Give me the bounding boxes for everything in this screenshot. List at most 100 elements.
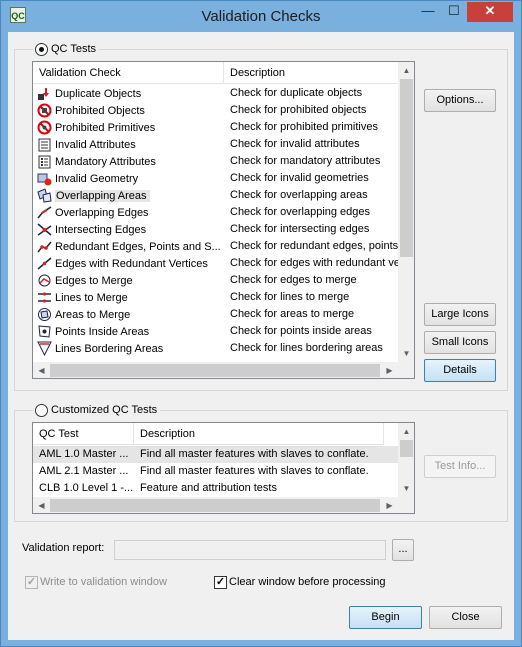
qc-test-row[interactable]: Overlapping Areas Check for overlapping a…	[33, 187, 398, 204]
scroll-down-arrow-icon[interactable]: ▼	[398, 480, 414, 497]
validation-report-field[interactable]	[114, 540, 386, 560]
clear-window-checkbox[interactable]: ✓	[214, 576, 227, 589]
qc-test-row[interactable]: Prohibited Objects Check for prohibited o…	[33, 102, 398, 119]
customized-qc-list[interactable]: QC Test Description AML 1.0 Master ... Fi…	[32, 422, 415, 514]
overlapping-areas-icon	[36, 188, 52, 203]
scrollbar-thumb[interactable]	[400, 440, 413, 457]
qc-test-row[interactable]: Mandatory Attributes Check for mandatory …	[33, 153, 398, 170]
qc-tests-horizontal-scrollbar[interactable]: ◀ ▶	[33, 362, 414, 378]
scroll-left-arrow-icon[interactable]: ◀	[33, 362, 50, 378]
qc-test-row[interactable]: Duplicate Objects Check for duplicate obj…	[33, 85, 398, 102]
qc-test-description: Check for invalid geometries	[230, 172, 369, 184]
close-button[interactable]: Close	[429, 606, 502, 629]
qc-test-name: Edges to Merge	[55, 274, 133, 287]
maximize-button[interactable]: ☐	[441, 2, 467, 22]
edges-to-merge-icon	[36, 273, 52, 288]
qc-test-row[interactable]: Areas to Merge Check for areas to merge	[33, 306, 398, 323]
scroll-up-arrow-icon[interactable]: ▲	[398, 423, 414, 440]
qc-test-description: Check for lines to merge	[230, 291, 350, 303]
scroll-down-arrow-icon[interactable]: ▼	[398, 345, 414, 362]
qc-test-name-cell: Mandatory Attributes	[33, 153, 224, 170]
test-info-button[interactable]: Test Info...	[424, 455, 496, 478]
scroll-right-arrow-icon[interactable]: ▶	[381, 362, 398, 378]
qc-test-name: Invalid Geometry	[55, 172, 139, 185]
qc-test-description: Check for invalid attributes	[230, 138, 360, 150]
write-to-validation-window-checkbox[interactable]: ✓	[25, 576, 38, 589]
qc-test-name: Areas to Merge	[55, 308, 131, 321]
qc-test-description: Check for edges to merge	[230, 274, 357, 286]
qc-test-row[interactable]: Redundant Edges, Points and S... Check fo…	[33, 238, 398, 255]
customized-qc-radio[interactable]: Customized QC Tests	[33, 403, 161, 417]
scroll-right-arrow-icon[interactable]: ▶	[381, 497, 398, 513]
qc-test-row[interactable]: Intersecting Edges Check for intersecting…	[33, 221, 398, 238]
qc-test-row[interactable]: Invalid Attributes Check for invalid attr…	[33, 136, 398, 153]
dialog-window: QC Validation Checks — ☐ ✕ QC Tests Vali…	[0, 0, 522, 647]
qc-test-description: Check for overlapping areas	[230, 189, 368, 201]
overlapping-edges-icon	[36, 205, 52, 220]
qc-test-name-cell: Invalid Attributes	[33, 136, 224, 153]
qc-test-name: Prohibited Primitives	[55, 121, 156, 134]
title-bar[interactable]: QC Validation Checks — ☐ ✕	[1, 1, 521, 32]
qc-test-name-cell: Lines Bordering Areas	[33, 340, 224, 357]
lines-to-merge-icon	[36, 290, 52, 305]
customized-qc-vertical-scrollbar[interactable]: ▲ ▼	[398, 423, 414, 497]
duplicate-objects-icon	[36, 86, 52, 101]
qc-test-name-cell: Overlapping Areas	[33, 187, 224, 204]
browse-report-button[interactable]: ...	[392, 539, 414, 561]
customized-qc-row[interactable]: CLB 1.0 Level 1 -... Feature and attribut…	[33, 480, 398, 497]
qc-test-description: Check for prohibited objects	[230, 104, 367, 116]
large-icons-button[interactable]: Large Icons	[424, 303, 496, 326]
qc-test-row[interactable]: Invalid Geometry Check for invalid geomet…	[33, 170, 398, 187]
customized-qc-description: Feature and attribution tests	[140, 482, 277, 494]
qc-test-name: Overlapping Areas	[55, 189, 150, 202]
scroll-left-arrow-icon[interactable]: ◀	[33, 497, 50, 513]
qc-tests-radio[interactable]: QC Tests	[33, 42, 100, 56]
qc-test-name: Lines Bordering Areas	[55, 342, 164, 355]
qc-test-name: Lines to Merge	[55, 291, 128, 304]
column-header-qc-test[interactable]: QC Test	[33, 423, 134, 445]
customized-qc-row[interactable]: AML 1.0 Master ... Find all master featur…	[33, 446, 398, 463]
validation-report-label: Validation report:	[22, 542, 105, 554]
begin-button[interactable]: Begin	[349, 606, 422, 629]
qc-test-name: Overlapping Edges	[55, 206, 149, 219]
customized-qc-description: Find all master features with slaves to …	[140, 465, 369, 477]
qc-test-description: Check for redundant edges, points	[230, 240, 398, 252]
qc-test-row[interactable]: Overlapping Edges Check for overlapping e…	[33, 204, 398, 221]
options-button[interactable]: Options...	[424, 89, 496, 112]
details-button[interactable]: Details	[424, 359, 496, 382]
customized-qc-horizontal-scrollbar[interactable]: ◀ ▶	[33, 497, 414, 513]
small-icons-button[interactable]: Small Icons	[424, 331, 496, 354]
column-header-validation-check[interactable]: Validation Check	[33, 62, 224, 84]
prohibited-objects-icon	[36, 103, 52, 118]
qc-test-name-cell: Lines to Merge	[33, 289, 224, 306]
scrollbar-thumb[interactable]	[50, 364, 380, 377]
customized-qc-name: AML 2.1 Master ...	[39, 465, 129, 477]
minimize-button[interactable]: —	[415, 2, 441, 22]
write-to-validation-window-label: Write to validation window	[40, 576, 167, 588]
invalid-geometry-icon	[36, 171, 52, 186]
intersecting-edges-icon	[36, 222, 52, 237]
scroll-up-arrow-icon[interactable]: ▲	[398, 62, 414, 79]
column-header-description[interactable]: Description	[224, 62, 400, 84]
redundant-edges-icon	[36, 239, 52, 254]
qc-test-name: Prohibited Objects	[55, 104, 145, 117]
column-header-description[interactable]: Description	[134, 423, 384, 445]
qc-test-row[interactable]: Edges with Redundant Vertices Check for e…	[33, 255, 398, 272]
qc-test-name-cell: Edges to Merge	[33, 272, 224, 289]
scrollbar-thumb[interactable]	[400, 79, 413, 257]
close-window-button[interactable]: ✕	[467, 2, 513, 22]
customized-qc-row[interactable]: AML 2.1 Master ... Find all master featur…	[33, 463, 398, 480]
qc-test-name: Intersecting Edges	[55, 223, 147, 236]
qc-test-row[interactable]: Lines Bordering Areas Check for lines bor…	[33, 340, 398, 357]
qc-test-row[interactable]: Points Inside Areas Check for points insi…	[33, 323, 398, 340]
qc-tests-vertical-scrollbar[interactable]: ▲ ▼	[398, 62, 414, 362]
qc-test-name-cell: Overlapping Edges	[33, 204, 224, 221]
qc-tests-list[interactable]: Validation Check Description Duplicate O…	[32, 61, 415, 379]
qc-test-row[interactable]: Lines to Merge Check for lines to merge	[33, 289, 398, 306]
scrollbar-thumb[interactable]	[50, 499, 380, 512]
customized-qc-radio-indicator[interactable]	[35, 403, 48, 417]
areas-to-merge-icon	[36, 307, 52, 322]
qc-test-row[interactable]: Edges to Merge Check for edges to merge	[33, 272, 398, 289]
qc-test-row[interactable]: Prohibited Primitives Check for prohibite…	[33, 119, 398, 136]
qc-tests-radio-indicator[interactable]	[35, 42, 48, 56]
